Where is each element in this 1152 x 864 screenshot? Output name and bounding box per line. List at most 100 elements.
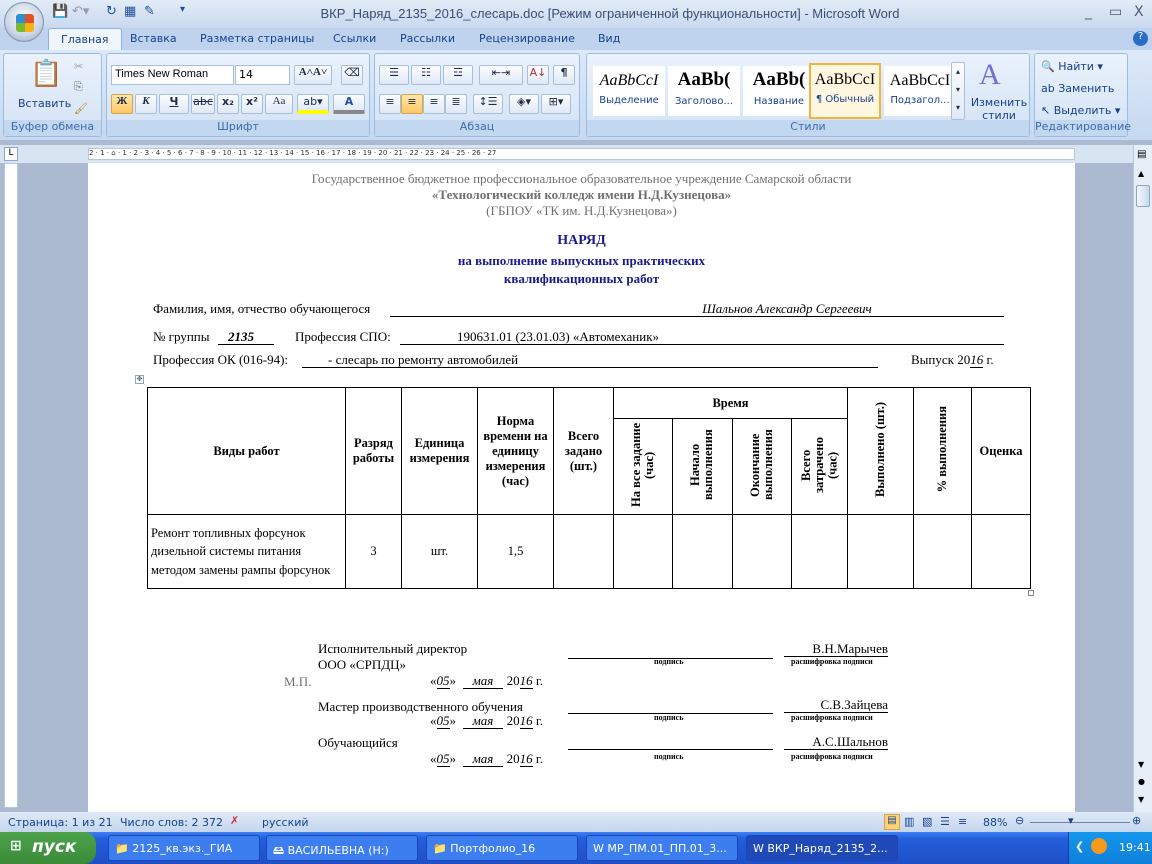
grow-shrink-font-button[interactable]: A˄A˅ xyxy=(294,65,332,85)
indent-icon[interactable]: ⇤⇥ xyxy=(479,65,523,85)
underline-button[interactable]: Ч xyxy=(159,94,189,114)
justify-icon[interactable]: ≣ xyxy=(445,94,467,114)
taskbar-item-folder-gia[interactable]: 📁 2125_кв.экз._ГИА xyxy=(108,835,260,861)
office-button[interactable] xyxy=(4,2,44,42)
taskbar-item-word-mr[interactable]: W МР_ПМ.01_ПП.01_3... xyxy=(586,835,738,861)
highlight-icon[interactable]: ab▾ xyxy=(297,94,329,114)
scroll-up-icon[interactable]: ▲ xyxy=(1138,169,1144,178)
vertical-scrollbar[interactable]: ▤ ▲ ▼ ● ▼ xyxy=(1133,145,1152,812)
scroll-down-icon[interactable]: ▼ xyxy=(1138,760,1144,769)
full-screen-reading-icon[interactable]: ▥ xyxy=(904,815,914,828)
font-size-select[interactable]: 14 xyxy=(235,65,290,85)
tab-review[interactable]: Рецензирование xyxy=(479,32,575,45)
cell-norm[interactable]: 1,5 xyxy=(477,514,554,589)
italic-button[interactable]: К xyxy=(135,94,157,114)
font-color-button[interactable]: A xyxy=(333,94,365,114)
edit-icon[interactable]: ✎ xyxy=(144,4,155,24)
tab-mailings[interactable]: Рассылки xyxy=(400,32,455,45)
tab-home[interactable]: Главная xyxy=(48,28,122,51)
change-case-button[interactable]: Aa xyxy=(265,94,293,114)
align-right-icon[interactable]: ≡ xyxy=(423,94,445,114)
start-button[interactable]: ⊞ пуск xyxy=(0,832,96,864)
redo-icon[interactable]: ↻ xyxy=(106,4,117,24)
cell-unit[interactable]: шт. xyxy=(401,514,478,589)
tab-insert[interactable]: Вставка xyxy=(130,32,177,45)
style-heading[interactable]: AaBb(Заголово... xyxy=(668,66,740,116)
cell-time-end[interactable] xyxy=(732,514,792,589)
style-emphasis[interactable]: AaBbCcI Выделение xyxy=(593,66,665,116)
cell-total[interactable] xyxy=(553,514,614,589)
format-painter-icon[interactable]: 🖌 xyxy=(74,102,88,115)
help-icon[interactable]: ? xyxy=(1133,31,1148,46)
customize-qat-icon[interactable]: ▾ xyxy=(180,4,185,24)
paste-button[interactable]: Вставить xyxy=(18,97,71,110)
tab-references[interactable]: Ссылки xyxy=(333,32,376,45)
tray-app-icon[interactable] xyxy=(1091,838,1107,854)
cut-icon[interactable]: ✂ xyxy=(74,60,83,73)
tray-expand-icon[interactable]: ❮ xyxy=(1075,840,1084,853)
select-button[interactable]: ↖ Выделить ▾ xyxy=(1041,104,1120,117)
tab-selector[interactable]: L xyxy=(4,147,18,161)
zoom-in-icon[interactable]: ⊕ xyxy=(1132,814,1141,827)
cell-done[interactable] xyxy=(847,514,914,589)
shading-icon[interactable]: ◈▾ xyxy=(509,94,539,114)
next-page-icon[interactable]: ▼ xyxy=(1138,795,1144,804)
zoom-slider[interactable] xyxy=(1030,822,1130,823)
font-name-select[interactable]: Times New Roman xyxy=(111,65,234,85)
view-ruler-icon[interactable]: ▤ xyxy=(1137,149,1146,160)
document-page[interactable]: Государственное бюджетное профессиональн… xyxy=(88,163,1075,812)
page-count[interactable]: Страница: 1 из 21 xyxy=(8,816,113,829)
align-left-icon[interactable]: ≡ xyxy=(379,94,401,114)
strikethrough-button[interactable]: abc xyxy=(191,94,215,114)
cell-percent[interactable] xyxy=(913,514,972,589)
browse-object-icon[interactable]: ● xyxy=(1138,777,1145,786)
proofing-icon[interactable]: ✗ xyxy=(230,814,239,827)
close-button[interactable]: X xyxy=(1134,4,1144,20)
scroll-thumb[interactable] xyxy=(1136,185,1150,207)
table-move-handle-icon[interactable]: ✥ xyxy=(135,375,144,384)
find-button[interactable]: 🔍 Найти ▾ xyxy=(1041,60,1103,73)
style-subtitle[interactable]: AaBbCcI Подзагол... xyxy=(884,66,956,116)
web-layout-icon[interactable]: ▧ xyxy=(922,815,932,828)
zoom-out-icon[interactable]: ⊖ xyxy=(1015,814,1024,827)
copy-icon[interactable]: ⎘ xyxy=(74,80,83,94)
cell-time-total[interactable] xyxy=(613,514,673,589)
undo-icon[interactable]: ↶▾ xyxy=(72,4,89,24)
styles-scroll[interactable]: ▴ ▾ ▾ xyxy=(951,62,965,120)
taskbar-item-word-vkr[interactable]: W ВКР_Наряд_2135_2... xyxy=(746,835,898,861)
outline-icon[interactable]: ☰ xyxy=(940,815,950,828)
zoom-slider-thumb[interactable]: ▾ xyxy=(1068,814,1074,827)
change-styles-button[interactable]: Изменить стили xyxy=(969,96,1029,122)
restore-button[interactable]: ▭ xyxy=(1109,4,1122,20)
bold-button[interactable]: Ж xyxy=(111,94,133,114)
tab-page-layout[interactable]: Разметка страницы xyxy=(200,32,314,45)
bullets-icon[interactable]: ☰ xyxy=(379,65,409,85)
cell-time-spent[interactable] xyxy=(791,514,848,589)
minimize-button[interactable]: _ xyxy=(1085,4,1092,20)
cell-time-start[interactable] xyxy=(672,514,733,589)
cell-rank[interactable]: 3 xyxy=(345,514,402,589)
taskbar-item-drive-h[interactable]: 🖴 ВАСИЛЬЕВНА (H:) xyxy=(266,835,418,861)
style-normal[interactable]: AaBbCcI ¶ Обычный xyxy=(809,63,881,119)
multilevel-list-icon[interactable]: ☲ xyxy=(443,65,473,85)
cell-type[interactable]: Ремонт топливных форсунок дизельной сист… xyxy=(147,514,346,589)
zoom-level[interactable]: 88% xyxy=(983,816,1007,829)
clear-formatting-icon[interactable]: ⌫ xyxy=(341,65,363,85)
subscript-button[interactable]: x₂ xyxy=(217,94,239,114)
table-resize-handle[interactable] xyxy=(1028,590,1034,596)
vertical-ruler[interactable] xyxy=(4,163,18,808)
style-title[interactable]: AaBb(Название xyxy=(743,66,815,116)
save-icon[interactable]: 💾 xyxy=(52,4,68,24)
align-center-icon[interactable]: ≡ xyxy=(401,94,423,114)
draft-icon[interactable]: ≡ xyxy=(958,815,967,828)
tab-view[interactable]: Вид xyxy=(598,32,620,45)
replace-button[interactable]: ab Заменить xyxy=(1041,82,1114,95)
taskbar-item-portfolio[interactable]: 📁 Портфолио_16 xyxy=(426,835,578,861)
numbering-icon[interactable]: ☷ xyxy=(411,65,441,85)
show-marks-button[interactable]: ¶ xyxy=(553,65,575,85)
print-preview-icon[interactable]: ▦ xyxy=(124,4,136,24)
sort-icon[interactable]: A↓ xyxy=(527,65,549,85)
cell-grade[interactable] xyxy=(971,514,1031,589)
language[interactable]: русский xyxy=(262,816,309,829)
print-layout-icon[interactable]: ▤ xyxy=(884,814,900,830)
